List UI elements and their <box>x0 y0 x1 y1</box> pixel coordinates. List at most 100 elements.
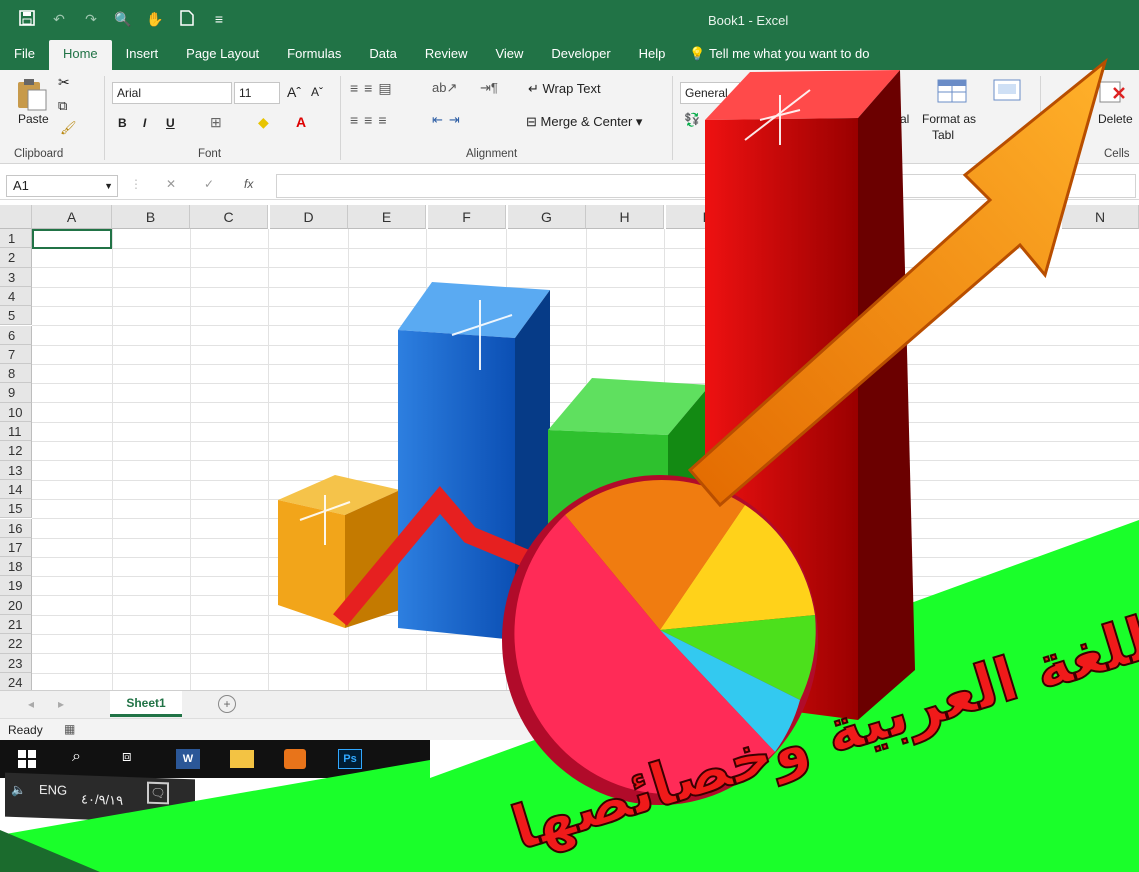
add-sheet-icon[interactable]: + <box>218 695 236 713</box>
tab-insert[interactable]: Insert <box>112 40 173 70</box>
column-header-c[interactable]: C <box>190 205 268 229</box>
touch-mode-icon[interactable]: ✋ <box>146 10 164 28</box>
font-name-combo[interactable]: Arial <box>112 82 232 104</box>
horizontal-align-icons[interactable]: ≡≡≡ <box>350 112 393 128</box>
formula-input[interactable] <box>276 174 1136 198</box>
borders-icon[interactable]: ⊞ <box>210 114 222 131</box>
save-icon[interactable] <box>18 10 36 28</box>
wrap-text-button[interactable]: ↵ Wrap Text <box>528 81 601 97</box>
enter-icon[interactable]: ✓ <box>204 177 214 191</box>
tell-me-box[interactable]: 💡 Tell me what you want to do <box>679 40 869 70</box>
format-as-table-icon[interactable] <box>936 78 970 111</box>
task-view-icon[interactable]: ⧈ <box>122 748 132 765</box>
merge-center-button[interactable]: ⊟ Merge & Center ▾ <box>526 114 642 130</box>
row-header-7[interactable]: 7 <box>0 344 32 365</box>
select-all-corner[interactable] <box>0 205 32 229</box>
tab-file[interactable]: File <box>0 40 49 70</box>
vertical-align-icons[interactable]: ≡≡▤ <box>350 80 398 97</box>
row-header-10[interactable]: 10 <box>0 402 32 422</box>
row-header-14[interactable]: 14 <box>0 479 32 500</box>
row-header-24[interactable]: 24 <box>0 672 32 690</box>
row-header-20[interactable]: 20 <box>0 595 32 615</box>
row-header-4[interactable]: 4 <box>0 286 32 307</box>
photoshop-icon[interactable]: Ps <box>338 749 362 769</box>
customize-qat-icon[interactable]: ≡ <box>210 10 228 28</box>
cancel-icon[interactable]: ✕ <box>166 177 176 191</box>
tab-data[interactable]: Data <box>355 40 410 70</box>
decrease-font-icon[interactable]: Aˇ <box>311 85 323 99</box>
media-player-icon[interactable] <box>284 749 306 769</box>
delete-button[interactable]: Delete <box>1098 112 1133 126</box>
row-header-19[interactable]: 19 <box>0 576 32 596</box>
language-indicator[interactable]: ENG <box>39 782 67 798</box>
column-header-n[interactable]: N <box>1062 205 1139 229</box>
row-header-5[interactable]: 5 <box>0 306 32 326</box>
row-header-8[interactable]: 8 <box>0 364 32 384</box>
print-preview-icon[interactable]: 🔍 <box>114 10 132 28</box>
macro-record-icon[interactable]: ▦ <box>64 722 75 736</box>
notifications-icon[interactable]: 🗨 <box>147 781 169 805</box>
row-header-1[interactable]: 1 <box>0 229 32 249</box>
font-color-icon[interactable]: A <box>296 114 306 130</box>
column-header-h[interactable]: H <box>586 205 664 229</box>
fill-color-icon[interactable]: ◆ <box>258 114 269 131</box>
row-header-15[interactable]: 15 <box>0 499 32 519</box>
search-icon[interactable]: ⌕ <box>72 748 81 766</box>
paste-icon[interactable] <box>14 76 54 112</box>
row-header-6[interactable]: 6 <box>0 325 32 345</box>
row-header-16[interactable]: 16 <box>0 518 32 538</box>
row-header-9[interactable]: 9 <box>0 383 32 403</box>
font-size-combo[interactable]: 11 <box>234 82 280 104</box>
column-header-i[interactable]: I <box>666 205 744 229</box>
currency-icon[interactable]: 💱 <box>684 112 700 128</box>
undo-icon[interactable]: ↶ <box>50 10 68 28</box>
copy-icon[interactable]: ⧉ <box>58 98 67 114</box>
cell-styles-icon[interactable] <box>992 78 1024 111</box>
column-header-b[interactable]: B <box>112 205 190 229</box>
indent-icons[interactable]: ⇤⇥ <box>432 112 466 128</box>
tab-view[interactable]: View <box>481 40 537 70</box>
delete-cells-icon[interactable] <box>1098 78 1128 111</box>
text-direction-icon[interactable]: ⇥¶ <box>480 80 498 96</box>
row-header-23[interactable]: 23 <box>0 653 32 673</box>
worksheet-grid[interactable]: A B C D E F G H I N 1 2 3 4 5 6 7 8 9 10 11 12 13 14 15 16 17 18 19 2… <box>0 205 1139 690</box>
format-painter-icon[interactable]: 🖌 <box>60 120 77 136</box>
redo-icon[interactable]: ↷ <box>82 10 100 28</box>
new-file-icon[interactable] <box>178 10 196 28</box>
paste-button[interactable]: Paste <box>18 112 49 126</box>
column-header-d[interactable]: D <box>270 205 348 229</box>
underline-button[interactable]: U <box>166 116 175 130</box>
column-header-f[interactable]: F <box>428 205 506 229</box>
row-header-21[interactable]: 21 <box>0 615 32 635</box>
tab-help[interactable]: Help <box>625 40 680 70</box>
row-header-22[interactable]: 22 <box>0 634 32 654</box>
insert-function-icon[interactable]: fx <box>244 177 253 191</box>
tab-formulas[interactable]: Formulas <box>273 40 355 70</box>
word-app-icon[interactable]: W <box>176 749 200 769</box>
row-header-3[interactable]: 3 <box>0 267 32 287</box>
orientation-icon[interactable]: ab↗ <box>432 80 457 96</box>
tab-home[interactable]: Home <box>48 40 112 70</box>
bold-button[interactable]: B <box>118 116 127 130</box>
column-header-e[interactable]: E <box>348 205 426 229</box>
column-header-a[interactable]: A <box>32 205 112 229</box>
windows-start-icon[interactable] <box>18 750 36 771</box>
scroll-right-icon[interactable]: ▸ <box>58 697 64 711</box>
row-header-2[interactable]: 2 <box>0 248 32 268</box>
increase-font-icon[interactable]: Aˆ <box>287 84 301 100</box>
row-header-11[interactable]: 11 <box>0 422 32 442</box>
format-as-table-button[interactable]: Format as <box>922 112 976 126</box>
row-header-13[interactable]: 13 <box>0 460 32 480</box>
column-header-g[interactable]: G <box>508 205 586 229</box>
tab-developer[interactable]: Developer <box>537 40 624 70</box>
name-box[interactable]: A1 ▼ <box>6 175 118 197</box>
sheet-tab[interactable]: Sheet1 <box>110 691 182 717</box>
tab-page-layout[interactable]: Page Layout <box>172 40 273 70</box>
italic-button[interactable]: I <box>143 116 146 130</box>
row-header-17[interactable]: 17 <box>0 537 32 558</box>
number-format-combo[interactable]: General <box>680 82 740 104</box>
scroll-left-icon[interactable]: ◂ <box>28 697 34 711</box>
file-explorer-icon[interactable] <box>230 750 254 768</box>
volume-icon[interactable]: 🔈 <box>11 783 26 798</box>
tab-review[interactable]: Review <box>411 40 482 70</box>
